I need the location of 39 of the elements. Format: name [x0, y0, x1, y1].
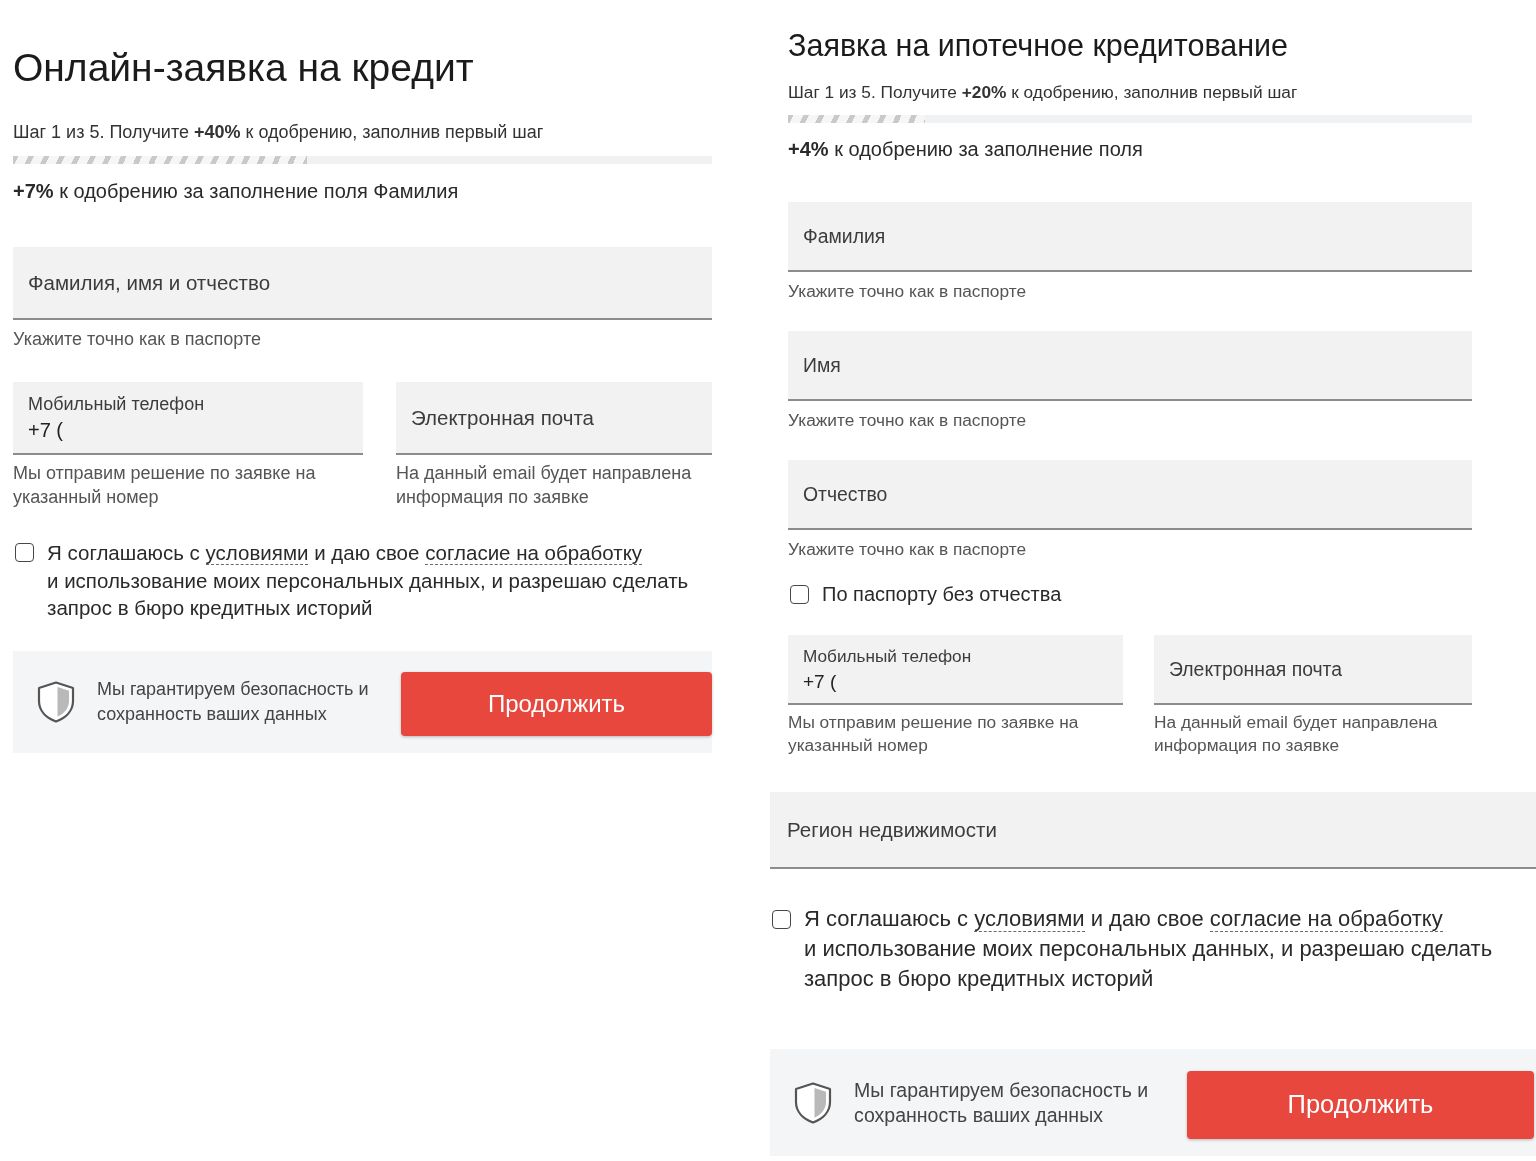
- input-field[interactable]: Электронная почта: [1154, 635, 1472, 705]
- checkbox-label[interactable]: По паспорту без отчества: [822, 582, 1062, 606]
- input-field[interactable]: Фамилия: [788, 202, 1472, 272]
- checkbox[interactable]: [15, 543, 34, 563]
- inline-link[interactable]: согласие на обработку: [425, 541, 643, 565]
- bonus-text: +7% к одобрению за заполнение поля Фамилия: [13, 179, 459, 203]
- form-title: Заявка на ипотечное кредитование: [788, 27, 1289, 63]
- input-field[interactable]: Регион недвижимости: [770, 792, 1536, 869]
- field-hint: Укажите точно как в паспорте: [788, 538, 1027, 560]
- inline-link[interactable]: условиями: [205, 541, 309, 565]
- step-text: Шаг 1 из 5. Получите +40% к одобрению, заполнив первый шаг: [13, 121, 544, 143]
- shield-icon: [794, 1081, 832, 1124]
- input-field[interactable]: Фамилия, имя и отчество: [13, 247, 712, 320]
- step-text: Шаг 1 из 5. Получите +20% к одобрению, заполнив первый шаг: [788, 81, 1298, 103]
- checkbox[interactable]: [790, 584, 809, 604]
- phone-field[interactable]: Мобильный телефон +7 (: [13, 382, 363, 455]
- field-hint: Мы отправим решение по заявке на указанный номер: [13, 462, 317, 509]
- inline-link[interactable]: согласие на обработку: [1209, 906, 1443, 932]
- field-hint: На данный email будет направлена информация по заявке: [1154, 711, 1439, 757]
- form-title: Онлайн-заявка на кредит: [13, 46, 474, 90]
- security-note: Мы гарантируем безопасность и сохранность ваших данных: [854, 1077, 1150, 1128]
- consent-text: Я соглашаюсь с условиями и даю свое согласие на обработку и использование моих персональных данных, и разрешаю сделать запрос в бюро кредитных историй: [804, 905, 1494, 993]
- input-field[interactable]: Отчество: [788, 460, 1472, 530]
- continue-button[interactable]: Продолжить: [1187, 1070, 1534, 1139]
- security-note: Мы гарантируем безопасность и сохранность ваших данных: [97, 677, 370, 726]
- field-hint: Укажите точно как в паспорте: [788, 409, 1027, 431]
- field-hint: На данный email будет направлена информация по заявке: [396, 462, 693, 509]
- input-field[interactable]: Имя: [788, 331, 1472, 401]
- continue-button[interactable]: Продолжить: [401, 671, 712, 736]
- inline-link[interactable]: условиями: [974, 906, 1085, 932]
- field-hint: Укажите точно как в паспорте: [13, 328, 261, 350]
- phone-field[interactable]: Мобильный телефон +7 (: [788, 635, 1123, 705]
- field-hint: Укажите точно как в паспорте: [788, 280, 1027, 302]
- bonus-text: +4% к одобрению за заполнение поля: [788, 137, 1143, 161]
- shield-icon: [37, 680, 75, 723]
- consent-text: Я соглашаюсь с условиями и даю свое согласие на обработку и использование моих персональных данных, и разрешаю сделать запрос в бюро кредитных историй: [47, 540, 690, 621]
- field-hint: Мы отправим решение по заявке на указанный номер: [788, 711, 1080, 757]
- checkbox[interactable]: [772, 909, 791, 929]
- input-field[interactable]: Электронная почта: [396, 382, 712, 455]
